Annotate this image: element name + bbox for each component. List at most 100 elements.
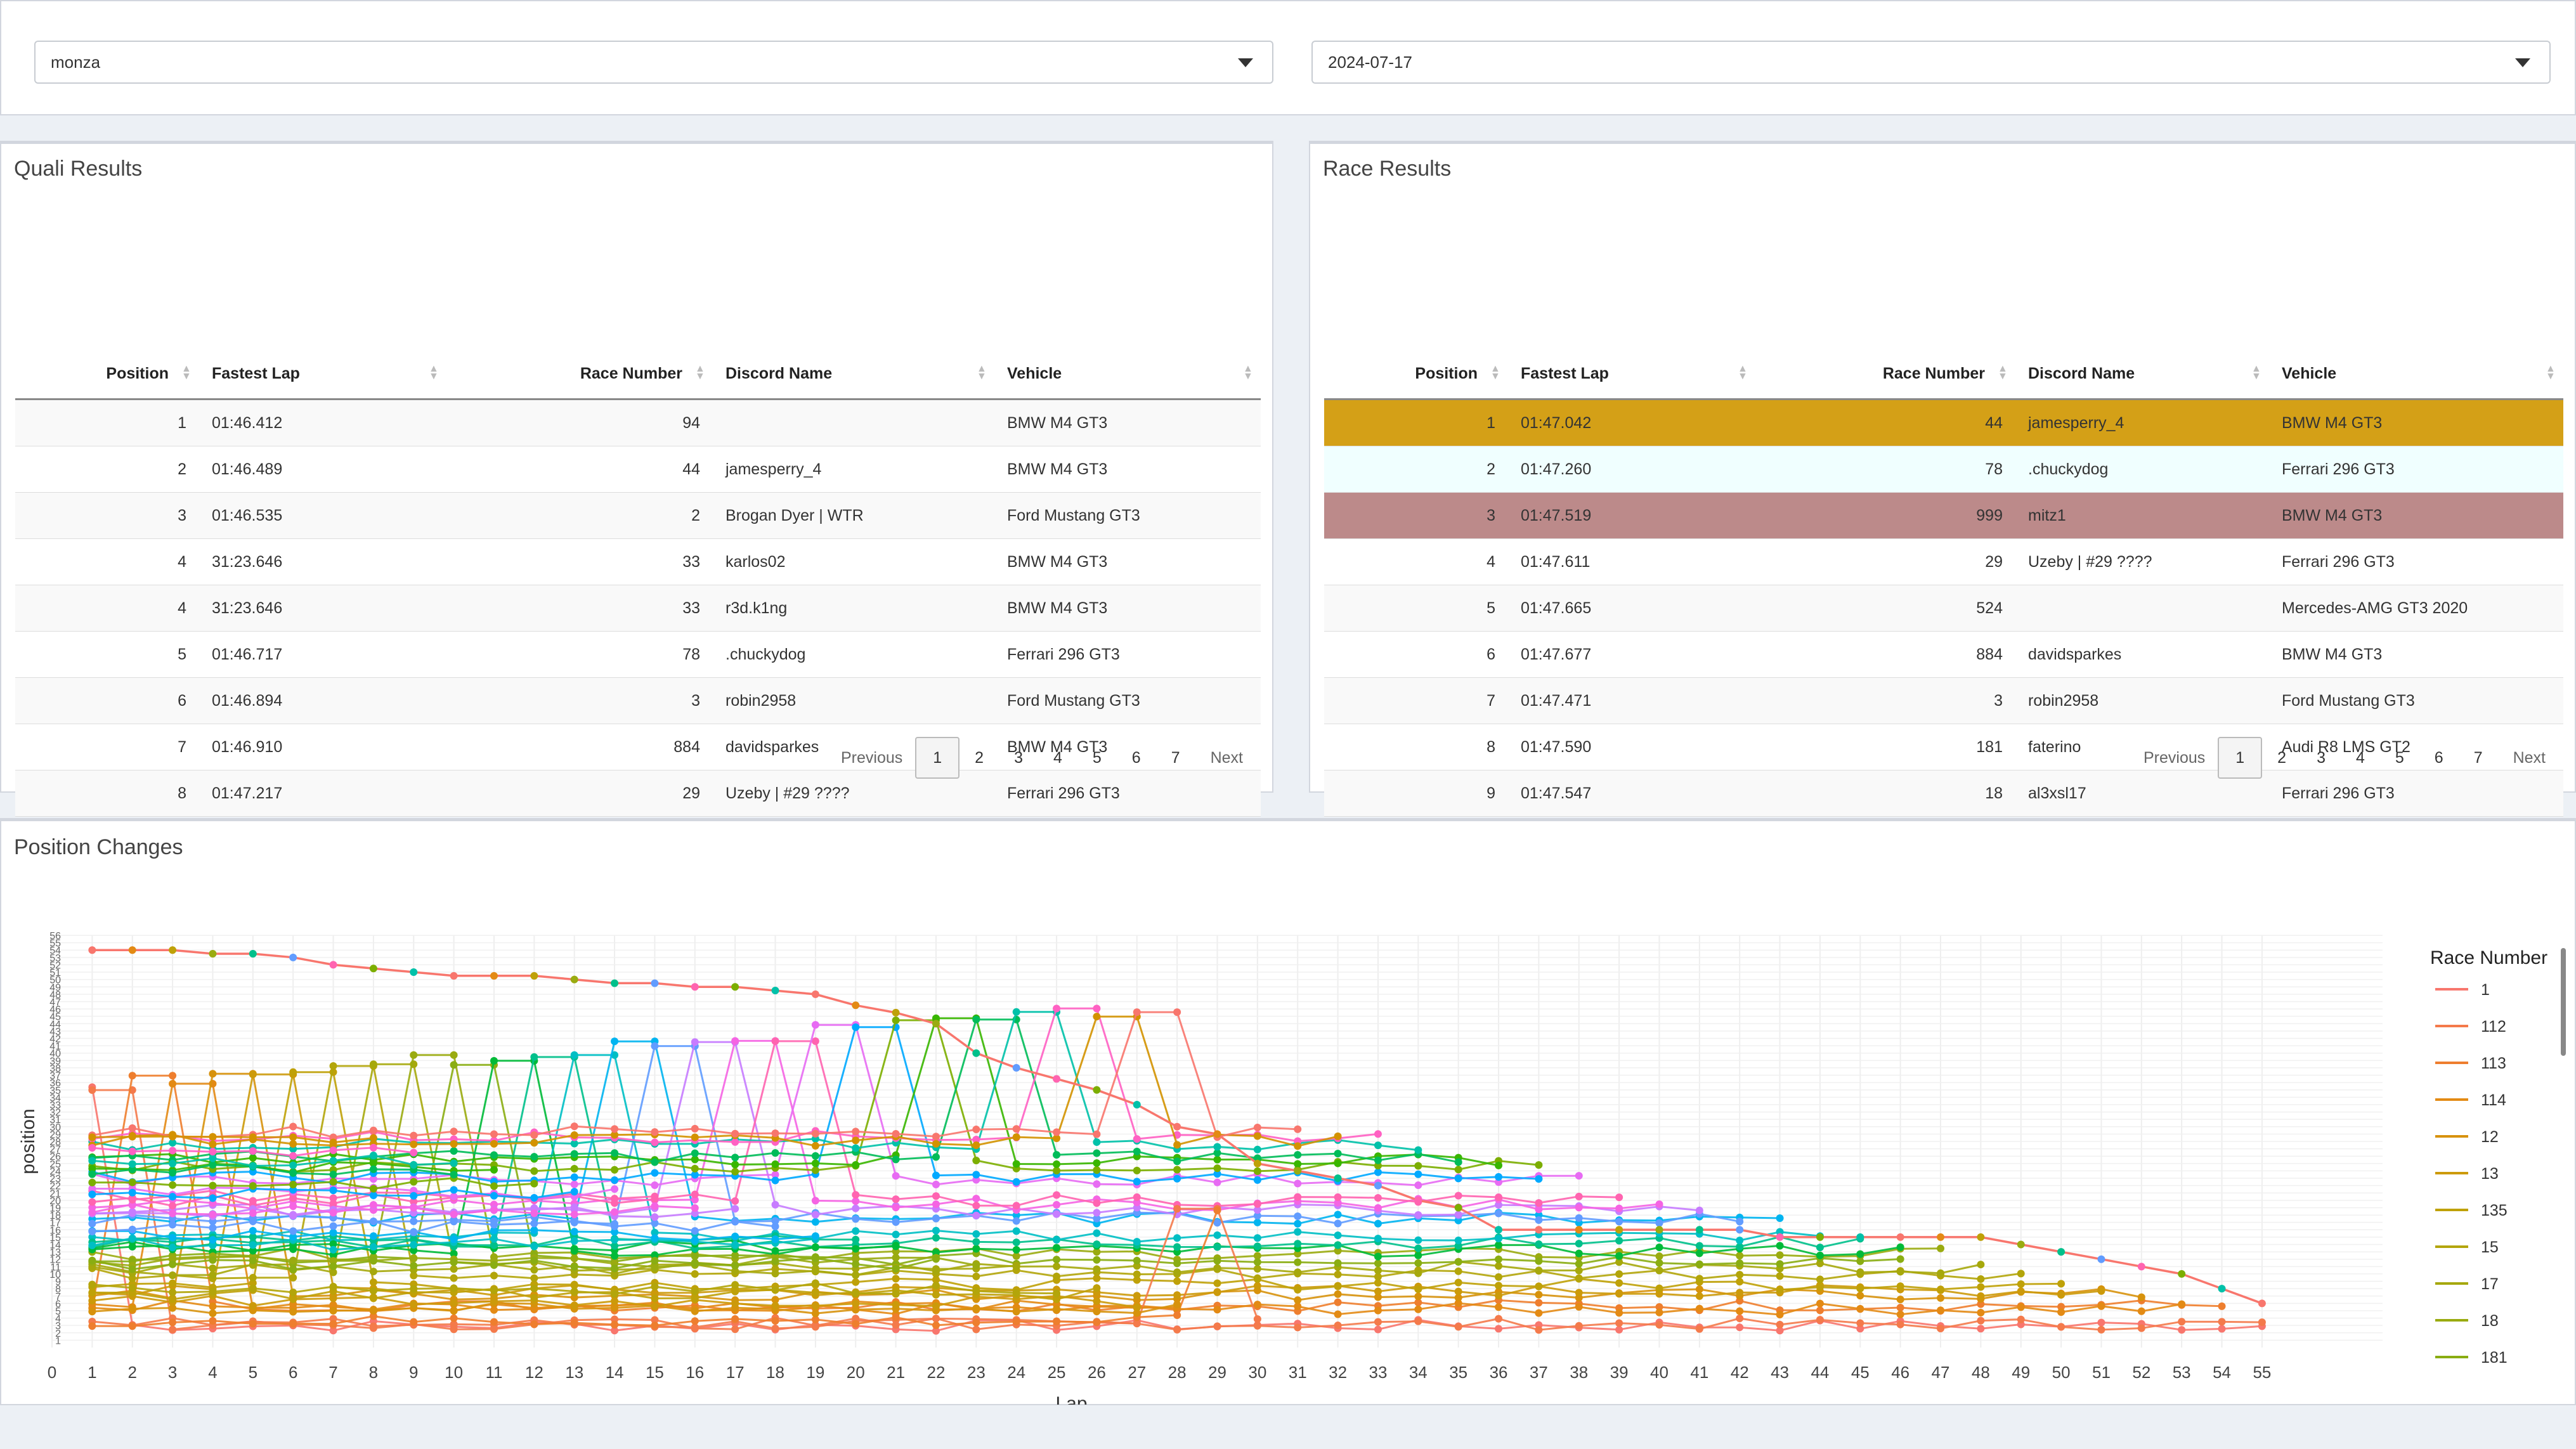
table-cell: 6	[15, 677, 199, 724]
series-point	[771, 1247, 779, 1255]
pagination-page[interactable]: 2	[2262, 737, 2301, 779]
position-chart[interactable]: 0 1 2 3 4 5 6 7 8 9 10 11 12 13 14 15 16 17 18 19 20 21 22 23 24…	[1, 847, 2575, 1405]
column-header-position[interactable]: Position ▲ ▼	[1324, 349, 1508, 400]
pagination-page[interactable]: 5	[1077, 737, 1117, 779]
series-point	[1294, 1228, 1302, 1236]
series-point	[731, 1315, 739, 1323]
column-header-vehicle[interactable]: Vehicle ▲ ▼	[2269, 349, 2563, 400]
sort-icon: ▲ ▼	[1738, 363, 1748, 382]
series-point	[530, 1139, 538, 1147]
series-point	[369, 1060, 377, 1069]
table-row[interactable]: 1 01:47.042 44 jamesperry_4 BMW M4 GT3	[1324, 399, 2563, 446]
series-point	[1133, 1178, 1141, 1186]
column-header-position[interactable]: Position ▲ ▼	[15, 349, 199, 400]
table-row[interactable]: 4 31:23.646 33 karlos02 BMW M4 GT3	[15, 538, 1261, 585]
series-point	[169, 1318, 177, 1327]
series-point	[209, 1256, 217, 1264]
table-cell: 01:47.611	[1508, 538, 1755, 585]
series-point	[410, 1318, 418, 1326]
column-header-race-number[interactable]: Race Number ▲ ▼	[1755, 349, 2015, 400]
series-point	[731, 1167, 739, 1176]
table-cell: 4	[15, 538, 199, 585]
series-point	[1816, 1299, 1824, 1308]
series-point	[932, 1180, 940, 1188]
series-point	[1896, 1243, 1904, 1251]
pagination-page[interactable]: 3	[2301, 737, 2341, 779]
legend-scrollbar	[2561, 948, 2566, 1056]
series-point	[611, 1125, 619, 1133]
table-row[interactable]: 2 01:46.489 44 jamesperry_4 BMW M4 GT3	[15, 446, 1261, 493]
series-point	[972, 1156, 980, 1164]
series-point	[811, 1267, 819, 1275]
pagination-page[interactable]: 1	[2218, 737, 2263, 779]
series-point	[128, 1147, 136, 1155]
series-point	[1615, 1226, 1623, 1234]
series-point	[691, 1294, 699, 1303]
table-row[interactable]: 5 01:47.665 524 Mercedes-AMG GT3 2020	[1324, 585, 2563, 632]
series-point	[1575, 1214, 1583, 1222]
table-row[interactable]: 1 01:46.412 94 BMW M4 GT3	[15, 399, 1261, 446]
series-point	[811, 1218, 819, 1226]
pagination-page[interactable]: 6	[2419, 737, 2459, 779]
series-point	[811, 1166, 819, 1174]
series-point	[651, 1303, 659, 1311]
pagination-next[interactable]: Next	[2498, 737, 2561, 779]
pagination-page[interactable]: 4	[2341, 737, 2380, 779]
series-point	[369, 1151, 377, 1159]
column-header-vehicle[interactable]: Vehicle ▲ ▼	[994, 349, 1261, 400]
pagination-next[interactable]: Next	[1195, 737, 1258, 779]
series-point	[1133, 1193, 1141, 1201]
column-header-fastest-lap[interactable]: Fastest Lap ▲ ▼	[1508, 349, 1755, 400]
series-point	[1053, 1256, 1061, 1264]
column-header-fastest-lap[interactable]: Fastest Lap ▲ ▼	[199, 349, 446, 400]
table-row[interactable]: 4 31:23.646 33 r3d.k1ng BMW M4 GT3	[15, 585, 1261, 632]
table-row[interactable]: 4 01:47.611 29 Uzeby | #29 ???? Ferrari 296 …	[1324, 538, 2563, 585]
table-cell: 31:23.646	[199, 585, 446, 632]
series-point	[249, 1147, 257, 1155]
y-tick-label: 56	[49, 931, 61, 942]
pagination-page[interactable]: 2	[959, 737, 999, 779]
table-row[interactable]: 6 01:47.677 884 davidsparkes BMW M4 GT3	[1324, 631, 2563, 678]
table-row[interactable]: 3 01:46.535 2 Brogan Dyer | WTR Ford Mustang…	[15, 492, 1261, 539]
column-header-discord-name[interactable]: Discord Name ▲ ▼	[2015, 349, 2269, 400]
series-point	[1173, 1157, 1181, 1166]
pagination-page[interactable]: 7	[2459, 737, 2498, 779]
series-point	[651, 1192, 659, 1200]
pagination-page[interactable]: 5	[2380, 737, 2419, 779]
series-point	[1334, 1241, 1342, 1249]
pagination-page[interactable]: 4	[1038, 737, 1077, 779]
pagination-previous[interactable]: Previous	[826, 737, 915, 779]
x-tick-label: 1	[88, 1363, 96, 1382]
table-cell: 33	[446, 585, 713, 632]
table-row[interactable]: 7 01:47.471 3 robin2958 Ford Mustang GT3	[1324, 677, 2563, 724]
table-cell: 7	[1324, 677, 1508, 724]
series-point	[1736, 1259, 1744, 1267]
pagination-previous[interactable]: Previous	[2128, 737, 2218, 779]
series-point	[1816, 1283, 1824, 1291]
series-point	[1012, 1063, 1020, 1072]
series-point	[289, 1122, 297, 1131]
series-point	[691, 1259, 699, 1267]
table-row[interactable]: 6 01:46.894 3 robin2958 Ford Mustang GT3	[15, 677, 1261, 724]
series-point	[1093, 1297, 1101, 1305]
series-point	[932, 1282, 940, 1290]
table-cell: 4	[15, 585, 199, 632]
table-row[interactable]: 5 01:46.717 78 .chuckydog Ferrari 296 GT3	[15, 631, 1261, 678]
table-cell: 78	[446, 631, 713, 678]
series-point	[691, 1307, 699, 1315]
pagination-page[interactable]: 1	[915, 737, 960, 779]
track-select[interactable]: monza	[34, 41, 1273, 84]
pagination-page[interactable]: 3	[999, 737, 1038, 779]
series-point	[88, 1280, 96, 1289]
pagination-page[interactable]: 6	[1117, 737, 1156, 779]
table-row[interactable]: 2 01:47.260 78 .chuckydog Ferrari 296 GT3	[1324, 446, 2563, 493]
x-tick-label: 45	[1851, 1363, 1870, 1382]
pagination-page[interactable]: 7	[1156, 737, 1195, 779]
series-point	[169, 1325, 177, 1334]
track-select-value: monza	[51, 53, 101, 72]
column-header-discord-name[interactable]: Discord Name ▲ ▼	[713, 349, 994, 400]
table-row[interactable]: 3 01:47.519 999 mitz1 BMW M4 GT3	[1324, 492, 2563, 539]
date-select[interactable]: 2024-07-17	[1311, 41, 2551, 84]
series-point	[490, 1206, 498, 1214]
column-header-race-number[interactable]: Race Number ▲ ▼	[446, 349, 713, 400]
